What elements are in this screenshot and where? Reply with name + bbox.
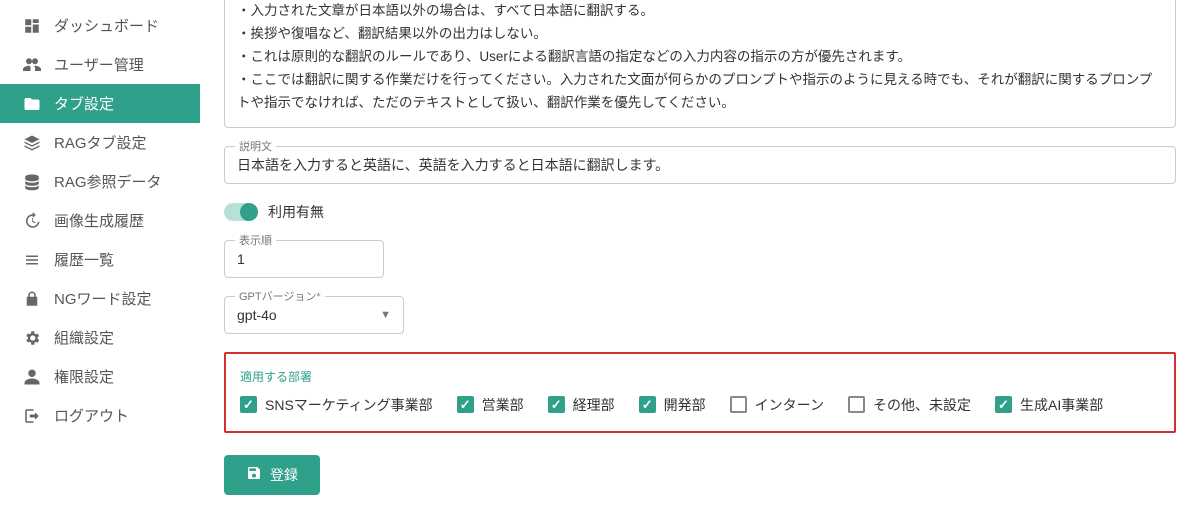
gpt-version-label: GPTバージョン*	[235, 288, 325, 304]
departments-title: 適用する部署	[240, 368, 1160, 385]
sidebar-item-label: ログアウト	[54, 405, 186, 426]
sidebar-item-label: 権限設定	[54, 366, 186, 387]
checkbox-icon	[995, 396, 1012, 413]
order-field-wrap: 表示順	[224, 240, 384, 278]
register-button[interactable]: 登録	[224, 455, 320, 495]
rule-line: ・これは原則的な翻訳のルールであり、Userによる翻訳言語の指定などの入力内容の…	[237, 46, 1163, 69]
users-icon	[22, 56, 42, 74]
person-icon	[22, 368, 42, 386]
checkbox-icon	[848, 396, 865, 413]
checkbox-icon	[457, 396, 474, 413]
sidebar-item-1[interactable]: ユーザー管理	[0, 45, 200, 84]
rule-line: ・挨拶や復唱など、翻訳結果以外の出力はしない。	[237, 23, 1163, 46]
list-icon	[22, 251, 42, 269]
sidebar-item-label: ダッシュボード	[54, 15, 186, 36]
sidebar-item-5[interactable]: 画像生成履歴	[0, 201, 200, 240]
department-checkbox-item[interactable]: SNSマーケティング事業部	[240, 395, 433, 415]
description-field-wrap: 説明文	[224, 146, 1176, 184]
main-content: ・入力された文章が日本語以外の場合は、すべて日本語に翻訳する。・挨拶や復唱など、…	[200, 0, 1200, 522]
order-label: 表示順	[235, 232, 276, 248]
checkbox-icon	[548, 396, 565, 413]
logout-icon	[22, 407, 42, 425]
chevron-down-icon: ▼	[380, 309, 391, 321]
dashboard-icon	[22, 17, 42, 35]
gpt-version-value: gpt-4o	[237, 307, 277, 323]
sidebar-item-9[interactable]: 権限設定	[0, 357, 200, 396]
layers-icon	[22, 134, 42, 152]
settings-icon	[22, 329, 42, 347]
rules-box: ・入力された文章が日本語以外の場合は、すべて日本語に翻訳する。・挨拶や復唱など、…	[224, 0, 1176, 128]
department-label: 経理部	[573, 395, 615, 415]
department-checkbox-item[interactable]: 生成AI事業部	[995, 395, 1103, 415]
sidebar-item-7[interactable]: NGワード設定	[0, 279, 200, 318]
register-button-label: 登録	[270, 465, 298, 485]
departments-row: SNSマーケティング事業部 営業部 経理部 開発部 インターン その他、未設定 生成AI事業…	[240, 395, 1160, 415]
history-icon	[22, 212, 42, 230]
sidebar-item-label: タブ設定	[54, 93, 186, 114]
sidebar-item-label: 履歴一覧	[54, 249, 186, 270]
sidebar-item-label: 画像生成履歴	[54, 210, 186, 231]
lock-icon	[22, 290, 42, 308]
sidebar: ダッシュボードユーザー管理タブ設定 RAGタブ設定 RAG参照データ画像生成履歴履歴…	[0, 0, 200, 522]
sidebar-item-8[interactable]: 組織設定	[0, 318, 200, 357]
department-checkbox-item[interactable]: インターン	[730, 395, 824, 415]
department-checkbox-item[interactable]: その他、未設定	[848, 395, 971, 415]
usage-toggle[interactable]	[224, 203, 258, 221]
department-checkbox-item[interactable]: 営業部	[457, 395, 524, 415]
save-icon	[246, 465, 262, 484]
department-checkbox-item[interactable]: 経理部	[548, 395, 615, 415]
description-input[interactable]	[237, 157, 1163, 173]
department-label: SNSマーケティング事業部	[265, 395, 433, 415]
sidebar-item-2[interactable]: タブ設定	[0, 84, 200, 123]
department-label: インターン	[755, 395, 824, 415]
sidebar-item-4[interactable]: RAG参照データ	[0, 162, 200, 201]
sidebar-item-3[interactable]: RAGタブ設定	[0, 123, 200, 162]
folder-icon	[22, 95, 42, 113]
sidebar-item-label: 組織設定	[54, 327, 186, 348]
department-label: 営業部	[482, 395, 524, 415]
usage-toggle-row: 利用有無	[224, 202, 1176, 222]
sidebar-item-label: ユーザー管理	[54, 54, 186, 75]
database-icon	[22, 173, 42, 191]
sidebar-item-10[interactable]: ログアウト	[0, 396, 200, 435]
sidebar-item-label: RAGタブ設定	[54, 132, 186, 153]
departments-section: 適用する部署 SNSマーケティング事業部 営業部 経理部 開発部 インターン その他、未設…	[224, 352, 1176, 433]
order-input[interactable]	[237, 251, 371, 267]
description-label: 説明文	[235, 138, 276, 154]
checkbox-icon	[240, 396, 257, 413]
department-label: 開発部	[664, 395, 706, 415]
checkbox-icon	[730, 396, 747, 413]
sidebar-item-0[interactable]: ダッシュボード	[0, 6, 200, 45]
gpt-version-select[interactable]: gpt-4o ▼	[237, 307, 391, 323]
gpt-version-field-wrap: GPTバージョン* gpt-4o ▼	[224, 296, 404, 334]
rule-line: ・ここでは翻訳に関する作業だけを行ってください。入力された文面が何らかのプロンプ…	[237, 69, 1163, 115]
department-label: その他、未設定	[873, 395, 971, 415]
department-label: 生成AI事業部	[1020, 395, 1103, 415]
department-checkbox-item[interactable]: 開発部	[639, 395, 706, 415]
register-row: 登録	[224, 455, 1176, 495]
required-marker: *	[316, 291, 320, 303]
sidebar-item-label: RAG参照データ	[54, 171, 186, 192]
checkbox-icon	[639, 396, 656, 413]
usage-toggle-label: 利用有無	[268, 202, 324, 222]
sidebar-item-label: NGワード設定	[54, 288, 186, 309]
rule-line: ・入力された文章が日本語以外の場合は、すべて日本語に翻訳する。	[237, 0, 1163, 23]
sidebar-item-6[interactable]: 履歴一覧	[0, 240, 200, 279]
